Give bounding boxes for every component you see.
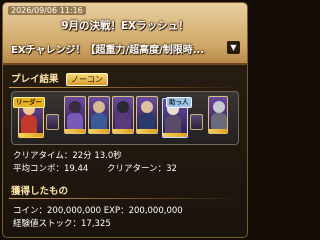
rewards-label: 獲得したもの (11, 186, 69, 197)
sub-monster-card[interactable] (112, 96, 134, 134)
sub-monster-card[interactable] (136, 96, 158, 134)
quest-result-panel: 2026/09/06 11:16 9月の決戦！EXラッシュ！ EXチャレンジ！【… (2, 2, 248, 238)
divider (9, 87, 241, 88)
quest-title: EXチャレンジ！【超重力/超高度/制限時... (11, 45, 205, 56)
clear-turns: クリアターン：32 (107, 164, 177, 174)
sub-monster-card[interactable] (88, 96, 110, 134)
divider (9, 198, 241, 199)
sub-monster-card[interactable] (64, 96, 86, 134)
leader-tag: リーダー (13, 97, 45, 108)
coin-exp: コイン：200,000,000 EXP：200,000,000 (13, 206, 183, 216)
average-combo: 平均コンボ：19.44 (13, 164, 89, 174)
play-result-label: プレイ結果 (11, 74, 59, 85)
clear-time: クリアタイム：22分 13.0秒 (13, 151, 122, 161)
assist-card[interactable] (190, 114, 203, 130)
quest-header[interactable]: 2026/09/06 11:16 9月の決戦！EXラッシュ！ EXチャレンジ！【… (3, 3, 247, 65)
event-title: 9月の決戦！EXラッシュ！ (61, 20, 189, 32)
friend-tag: 助っ人 (166, 97, 192, 108)
sub-monster-card[interactable] (208, 96, 228, 134)
chevron-down-icon[interactable]: ▼ (227, 41, 240, 54)
team-panel[interactable] (11, 91, 239, 145)
timestamp: 2026/09/06 11:16 (8, 6, 86, 15)
assist-card[interactable] (46, 114, 59, 130)
exp-stock: 経験値ストック：17,325 (13, 219, 111, 229)
no-continue-badge: ノーコン (66, 73, 108, 86)
